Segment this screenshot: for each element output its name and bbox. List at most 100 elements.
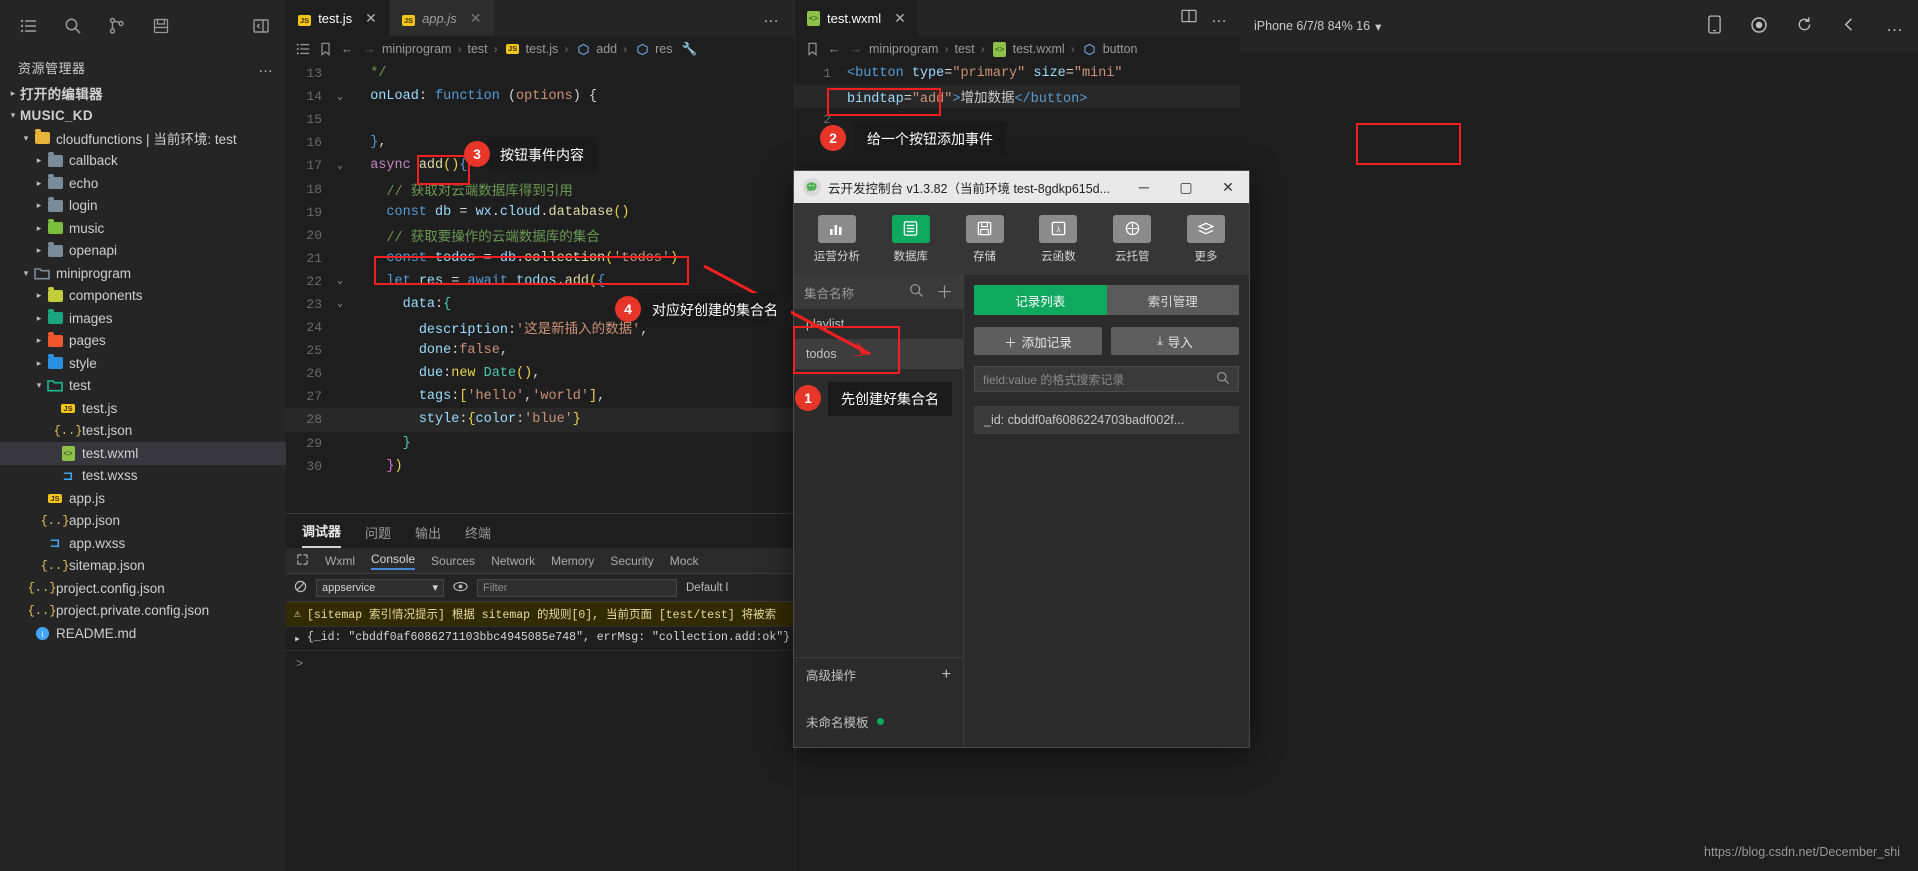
twisty-icon[interactable]: ▸ [32, 290, 46, 301]
code-line[interactable]: 29 } [286, 432, 794, 455]
back-icon[interactable]: ← [338, 42, 356, 56]
tree-item-test-wxss[interactable]: ▸⊐test.wxss [0, 465, 286, 488]
devtools-tab-wxml[interactable]: Wxml [325, 554, 355, 568]
code-line[interactable]: 19 const db = wx.cloud.database() [286, 201, 794, 224]
fold-icon[interactable]: ⌄ [332, 91, 348, 103]
debug-tab-终端[interactable]: 终端 [465, 523, 491, 548]
devtools-tab-memory[interactable]: Memory [551, 554, 594, 568]
twisty-icon[interactable]: ▸ [6, 88, 20, 99]
tree-item-readme-md[interactable]: ▸iREADME.md [0, 622, 286, 645]
debug-tab-调试器[interactable]: 调试器 [302, 521, 342, 548]
tree-section-1[interactable]: ▾ MUSIC_KD [0, 105, 286, 128]
tree-item-openapi[interactable]: ▸ openapi [0, 240, 286, 263]
collapse-sidebar-icon[interactable] [250, 15, 272, 37]
records-tab-记录列表[interactable]: 记录列表 [974, 285, 1107, 315]
fold-icon[interactable]: ⌄ [332, 298, 348, 310]
close-icon[interactable]: ✕ [894, 11, 906, 25]
editor1-breadcrumb-crumb[interactable]: miniprogram [382, 42, 451, 56]
wrench-icon[interactable]: 🔧 [681, 42, 699, 57]
refresh-icon[interactable] [1796, 16, 1813, 36]
code-line[interactable]: 28 style:{color:'blue'} [286, 408, 794, 432]
twisty-icon[interactable]: ▸ [32, 200, 46, 211]
twisty-icon[interactable]: ▸ [32, 313, 46, 324]
dialog-tab-更多[interactable]: 更多 [1169, 214, 1243, 264]
tree-item-images[interactable]: ▸ images [0, 307, 286, 330]
close-icon[interactable]: ✕ [365, 11, 377, 25]
explorer-icon[interactable] [18, 15, 40, 37]
editor2-breadcrumb-crumb[interactable]: test.wxml [1013, 42, 1065, 56]
editor1-tab-test-js[interactable]: JS test.js ✕ [286, 0, 390, 36]
minimize-icon[interactable]: ─ [1123, 171, 1165, 203]
tree-item-test-wxml[interactable]: ▸<>test.wxml [0, 442, 286, 465]
records-tab-索引管理[interactable]: 索引管理 [1106, 285, 1239, 315]
tree-item-app-wxss[interactable]: ▸⊐app.wxss [0, 532, 286, 555]
save-icon[interactable] [150, 15, 172, 37]
editor2-breadcrumb-crumb[interactable]: button [1103, 42, 1138, 56]
back-icon[interactable]: ← [825, 42, 843, 56]
editor1-breadcrumb-crumb[interactable]: res [655, 42, 672, 56]
advanced-operations[interactable]: 高级操作 + [794, 657, 963, 691]
split-editor-icon[interactable] [1181, 9, 1197, 28]
outline-icon[interactable] [294, 42, 312, 56]
tree-item-echo[interactable]: ▸ echo [0, 172, 286, 195]
tree-item-pages[interactable]: ▸ pages [0, 330, 286, 353]
plus-icon[interactable]: + [942, 666, 951, 684]
bookmark-icon[interactable] [316, 42, 334, 56]
console-context-select[interactable]: appservice ▾ [316, 578, 444, 597]
twisty-icon[interactable]: ▸ [32, 358, 46, 369]
clear-console-icon[interactable] [294, 580, 307, 596]
devtools-tab-mock[interactable]: Mock [670, 554, 699, 568]
tree-item-test-js[interactable]: ▸JStest.js [0, 397, 286, 420]
console-log-row[interactable]: ▸ {_id: "cbddf0af6086271103bbc4945085e748… [286, 627, 794, 651]
search-icon[interactable] [1216, 371, 1230, 388]
tree-item-sitemap-json[interactable]: ▸{..}sitemap.json [0, 555, 286, 578]
bookmark-icon[interactable] [803, 42, 821, 56]
devtools-tab-sources[interactable]: Sources [431, 554, 475, 568]
eye-icon[interactable] [453, 581, 468, 595]
tree-item-miniprogram[interactable]: ▾ miniprogram [0, 262, 286, 285]
code-line[interactable]: 15 [286, 108, 794, 131]
devtools-tab-console[interactable]: Console [371, 552, 416, 570]
tree-item-callback[interactable]: ▸ callback [0, 150, 286, 173]
record-icon[interactable] [1750, 16, 1768, 37]
search-icon[interactable] [909, 283, 924, 301]
records-button-导入[interactable]: ⤓ 导入 [1111, 327, 1239, 355]
explorer-more-icon[interactable]: … [258, 59, 274, 76]
debug-tab-问题[interactable]: 问题 [365, 523, 391, 548]
records-button-添加记录[interactable]: ＋ 添加记录 [974, 327, 1102, 355]
fold-icon[interactable]: ⌄ [332, 160, 348, 172]
console-log-row[interactable]: ⚠ [sitemap 索引情况提示] 根据 sitemap 的规则[0], 当前页… [286, 602, 794, 627]
code-line[interactable]: 1 <button type="primary" size="mini" [795, 62, 1240, 85]
tree-item-style[interactable]: ▸ style [0, 352, 286, 375]
forward-icon[interactable]: → [847, 42, 865, 56]
close-icon[interactable]: ✕ [470, 11, 482, 25]
twisty-icon[interactable]: ▾ [19, 268, 33, 279]
code-line[interactable]: 20 // 获取要操作的云端数据库的集合 [286, 224, 794, 247]
console-prompt[interactable]: > [286, 651, 794, 677]
forward-icon[interactable]: → [360, 42, 378, 56]
code-line[interactable]: 25 done:false, [286, 339, 794, 362]
dialog-tab-云函数[interactable]: λ 云函数 [1021, 214, 1095, 264]
tree-item-login[interactable]: ▸ login [0, 195, 286, 218]
close-icon[interactable]: ✕ [1207, 171, 1249, 203]
dialog-tab-存储[interactable]: 存储 [948, 214, 1022, 264]
maximize-icon[interactable]: ▢ [1165, 171, 1207, 203]
twisty-icon[interactable]: ▸ [32, 245, 46, 256]
tree-item-project-config-json[interactable]: ▸{..}project.config.json [0, 577, 286, 600]
editor2-more-icon[interactable]: … [1211, 9, 1228, 27]
twisty-icon[interactable]: ▾ [6, 110, 20, 121]
back-icon[interactable] [1841, 16, 1858, 36]
device-selector[interactable]: iPhone 6/7/8 84% 16 ▾ [1254, 19, 1381, 34]
record-row[interactable]: _id: cbddf0af6086224703badf002f... [974, 406, 1239, 434]
tree-item-app-js[interactable]: ▸JSapp.js [0, 487, 286, 510]
tree-item-test-json[interactable]: ▸{..}test.json [0, 420, 286, 443]
dialog-tab-云托管[interactable]: 云托管 [1095, 214, 1169, 264]
code-line[interactable]: 13 */ [286, 62, 794, 85]
search-icon[interactable] [62, 15, 84, 37]
code-line[interactable]: 14 ⌄ onLoad: function (options) { [286, 85, 794, 108]
collection-search[interactable]: 集合名称 ＋ [794, 275, 963, 309]
plus-icon[interactable]: ＋ [936, 284, 953, 301]
editor1-tab-app-js[interactable]: JS app.js ✕ [389, 0, 495, 36]
tree-item-cloudfunctions---------test[interactable]: ▾ cloudfunctions | 当前环境: test [0, 127, 286, 150]
twisty-icon[interactable]: ▾ [32, 380, 46, 391]
